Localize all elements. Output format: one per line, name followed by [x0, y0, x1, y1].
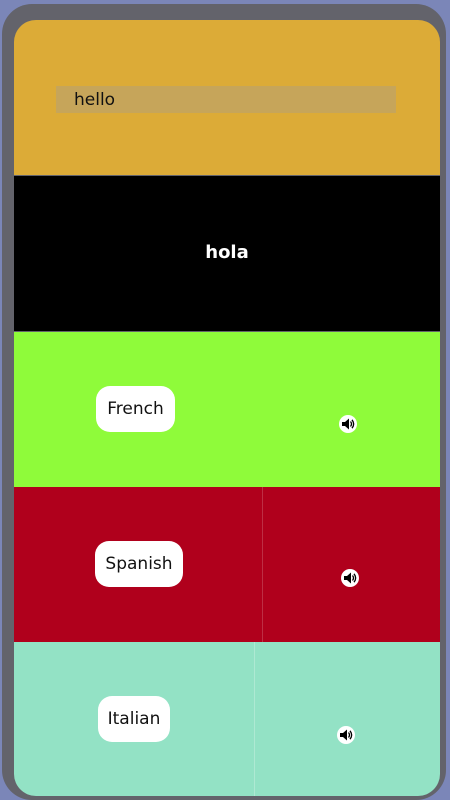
speaker-icon[interactable]: [337, 413, 359, 435]
translation-output-section: hola: [14, 176, 440, 331]
french-button[interactable]: French: [96, 386, 175, 432]
app-screen: hola French Spanish: [14, 20, 440, 796]
spanish-button[interactable]: Spanish: [95, 541, 183, 587]
phrase-input[interactable]: [56, 86, 396, 113]
row-divider: [262, 487, 263, 642]
language-row-spanish: Spanish: [14, 487, 440, 642]
row-divider: [254, 642, 255, 796]
translation-output-text: hola: [205, 242, 249, 263]
speaker-icon[interactable]: [339, 567, 361, 589]
speaker-icon[interactable]: [335, 724, 357, 746]
language-row-french: French: [14, 332, 440, 487]
input-section: [14, 20, 440, 175]
device-frame: hola French Spanish: [2, 4, 446, 800]
italian-button[interactable]: Italian: [98, 696, 170, 742]
language-row-italian: Italian: [14, 642, 440, 796]
